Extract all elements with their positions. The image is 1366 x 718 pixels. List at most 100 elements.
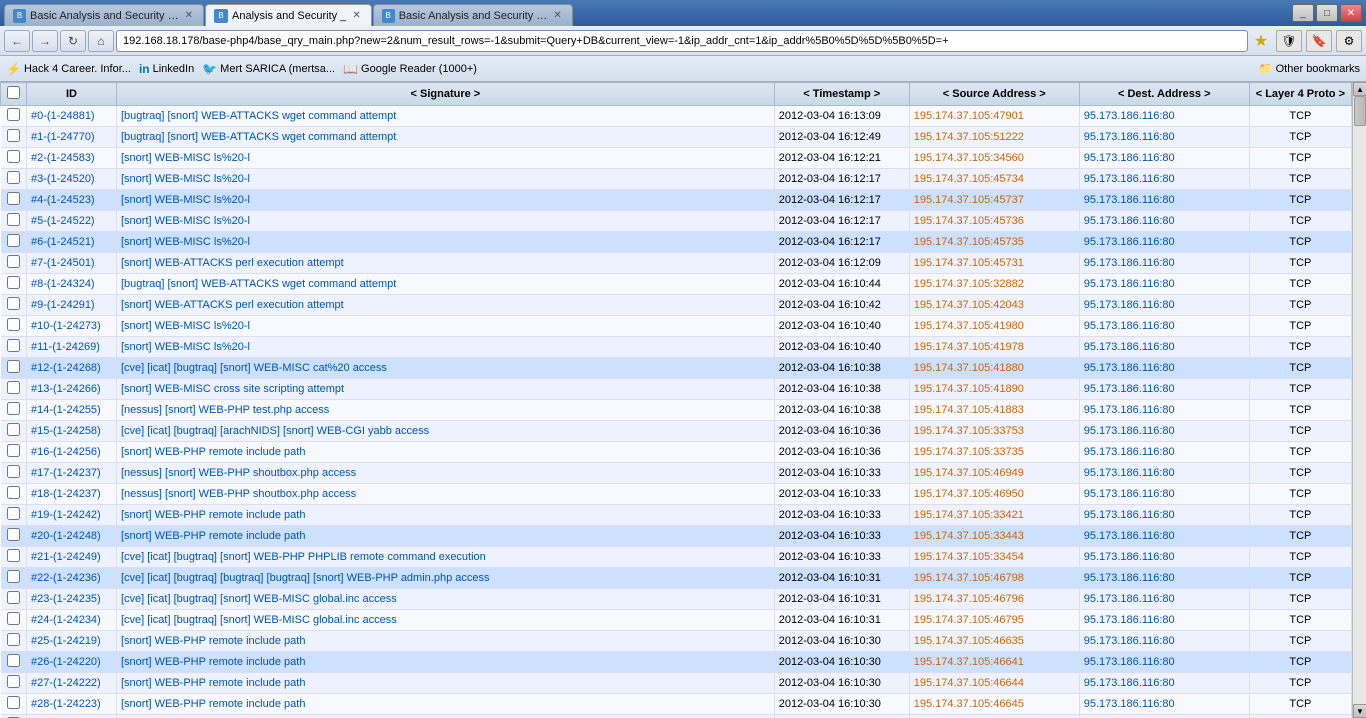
col-header-signature[interactable]: < Signature > <box>117 83 775 106</box>
nav-extra-icon1[interactable]: 🛡 <box>1276 30 1302 52</box>
row-checkbox[interactable] <box>7 318 20 331</box>
minimize-button[interactable]: _ <box>1292 4 1314 22</box>
row-source-link[interactable]: 195.174.37.105:46641 <box>914 656 1024 668</box>
row-checkbox[interactable] <box>7 171 20 184</box>
row-source-link[interactable]: 195.174.37.105:41880 <box>914 362 1024 374</box>
nav-extra-icon2[interactable]: 🔖 <box>1306 30 1332 52</box>
row-signature-link[interactable]: [snort] WEB-PHP remote include path <box>121 446 305 458</box>
row-id-link[interactable]: #18-(1-24237) <box>31 488 101 500</box>
row-signature-link[interactable]: [snort] WEB-MISC ls%20-l <box>121 194 250 206</box>
row-dest-link[interactable]: 95.173.186.116:80 <box>1084 362 1175 374</box>
row-id-link[interactable]: #14-(1-24255) <box>31 404 101 416</box>
row-checkbox[interactable] <box>7 423 20 436</box>
row-source-link[interactable]: 195.174.37.105:34560 <box>914 152 1024 164</box>
row-id-link[interactable]: #0-(1-24881) <box>31 110 95 122</box>
row-source-link[interactable]: 195.174.37.105:45736 <box>914 215 1024 227</box>
row-id-link[interactable]: #28-(1-24223) <box>31 698 101 710</box>
row-checkbox[interactable] <box>7 192 20 205</box>
row-id-link[interactable]: #12-(1-24268) <box>31 362 101 374</box>
bookmark-star-icon[interactable]: ★ <box>1250 30 1272 52</box>
row-signature-link[interactable]: [snort] WEB-ATTACKS perl execution attem… <box>121 299 344 311</box>
row-signature-link[interactable]: [snort] WEB-MISC cross site scripting at… <box>121 383 344 395</box>
row-id-link[interactable]: #2-(1-24583) <box>31 152 95 164</box>
row-dest-link[interactable]: 95.173.186.116:80 <box>1084 677 1175 689</box>
row-id-link[interactable]: #8-(1-24324) <box>31 278 95 290</box>
row-signature-link[interactable]: [cve] [icat] [bugtraq] [bugtraq] [bugtra… <box>121 572 489 584</box>
bookmarks-other[interactable]: 📁 Other bookmarks <box>1259 62 1360 75</box>
row-checkbox[interactable] <box>7 255 20 268</box>
row-checkbox[interactable] <box>7 528 20 541</box>
row-dest-link[interactable]: 95.173.186.116:80 <box>1084 488 1175 500</box>
row-signature-link[interactable]: [cve] [icat] [bugtraq] [arachNIDS] [snor… <box>121 425 429 437</box>
row-checkbox[interactable] <box>7 276 20 289</box>
row-dest-link[interactable]: 95.173.186.116:80 <box>1084 257 1175 269</box>
row-signature-link[interactable]: [snort] WEB-MISC ls%20-l <box>121 236 250 248</box>
row-signature-link[interactable]: [snort] WEB-PHP remote include path <box>121 656 305 668</box>
row-dest-link[interactable]: 95.173.186.116:80 <box>1084 509 1175 521</box>
row-signature-link[interactable]: [cve] [icat] [bugtraq] [snort] WEB-MISC … <box>121 614 397 626</box>
home-button[interactable]: ⌂ <box>88 30 114 52</box>
row-checkbox[interactable] <box>7 339 20 352</box>
row-source-link[interactable]: 195.174.37.105:41978 <box>914 341 1024 353</box>
forward-button[interactable]: → <box>32 30 58 52</box>
nav-extra-icon3[interactable]: ⚙ <box>1336 30 1362 52</box>
row-checkbox[interactable] <box>7 549 20 562</box>
row-dest-link[interactable]: 95.173.186.116:80 <box>1084 110 1175 122</box>
row-id-link[interactable]: #11-(1-24269) <box>31 341 100 353</box>
select-all-checkbox[interactable] <box>7 86 20 99</box>
col-header-proto[interactable]: < Layer 4 Proto > <box>1249 83 1351 106</box>
row-signature-link[interactable]: [snort] WEB-PHP remote include path <box>121 509 305 521</box>
row-source-link[interactable]: 195.174.37.105:41883 <box>914 404 1024 416</box>
row-id-link[interactable]: #25-(1-24219) <box>31 635 101 647</box>
tab-close-tab3[interactable]: ✕ <box>551 10 563 21</box>
scroll-down-button[interactable]: ▼ <box>1353 704 1366 718</box>
row-dest-link[interactable]: 95.173.186.116:80 <box>1084 152 1175 164</box>
row-id-link[interactable]: #27-(1-24222) <box>31 677 101 689</box>
row-source-link[interactable]: 195.174.37.105:46949 <box>914 467 1024 479</box>
row-signature-link[interactable]: [nessus] [snort] WEB-PHP test.php access <box>121 404 329 416</box>
row-dest-link[interactable]: 95.173.186.116:80 <box>1084 404 1175 416</box>
row-checkbox[interactable] <box>7 507 20 520</box>
row-dest-link[interactable]: 95.173.186.116:80 <box>1084 236 1175 248</box>
tab-tab3[interactable]: BBasic Analysis and Security En...✕ <box>373 4 573 26</box>
row-checkbox[interactable] <box>7 591 20 604</box>
row-source-link[interactable]: 195.174.37.105:42043 <box>914 299 1024 311</box>
row-source-link[interactable]: 195.174.37.105:51222 <box>914 131 1024 143</box>
row-dest-link[interactable]: 95.173.186.116:80 <box>1084 341 1175 353</box>
row-signature-link[interactable]: [snort] WEB-MISC ls%20-l <box>121 341 250 353</box>
row-id-link[interactable]: #22-(1-24236) <box>31 572 101 584</box>
row-checkbox[interactable] <box>7 402 20 415</box>
col-header-id[interactable]: ID <box>27 83 117 106</box>
row-signature-link[interactable]: [snort] WEB-ATTACKS perl execution attem… <box>121 257 344 269</box>
bookmark-twitter[interactable]: 🐦 Mert SARICA (mertsa... <box>202 62 335 76</box>
bookmark-google-reader[interactable]: 📖 Google Reader (1000+) <box>343 62 477 76</box>
row-source-link[interactable]: 195.174.37.105:33421 <box>914 509 1024 521</box>
row-checkbox[interactable] <box>7 297 20 310</box>
row-signature-link[interactable]: [snort] WEB-PHP remote include path <box>121 698 305 710</box>
row-source-link[interactable]: 195.174.37.105:46635 <box>914 635 1024 647</box>
row-id-link[interactable]: #3-(1-24520) <box>31 173 95 185</box>
row-checkbox[interactable] <box>7 444 20 457</box>
row-source-link[interactable]: 195.174.37.105:46645 <box>914 698 1024 710</box>
row-dest-link[interactable]: 95.173.186.116:80 <box>1084 215 1175 227</box>
row-signature-link[interactable]: [bugtraq] [snort] WEB-ATTACKS wget comma… <box>121 278 396 290</box>
row-id-link[interactable]: #15-(1-24258) <box>31 425 101 437</box>
tab-tab2[interactable]: BAnalysis and Security _✕ <box>205 4 372 26</box>
row-id-link[interactable]: #13-(1-24266) <box>31 383 101 395</box>
row-id-link[interactable]: #9-(1-24291) <box>31 299 95 311</box>
row-signature-link[interactable]: [snort] WEB-MISC ls%20-l <box>121 173 250 185</box>
row-checkbox[interactable] <box>7 129 20 142</box>
row-source-link[interactable]: 195.174.37.105:33735 <box>914 446 1024 458</box>
bookmark-linkedin[interactable]: in LinkedIn <box>139 62 194 76</box>
row-checkbox[interactable] <box>7 570 20 583</box>
col-header-dest[interactable]: < Dest. Address > <box>1079 83 1249 106</box>
row-dest-link[interactable]: 95.173.186.116:80 <box>1084 278 1175 290</box>
row-id-link[interactable]: #10-(1-24273) <box>31 320 101 332</box>
row-id-link[interactable]: #5-(1-24522) <box>31 215 95 227</box>
row-checkbox[interactable] <box>7 465 20 478</box>
row-id-link[interactable]: #26-(1-24220) <box>31 656 101 668</box>
row-dest-link[interactable]: 95.173.186.116:80 <box>1084 530 1175 542</box>
row-checkbox[interactable] <box>7 360 20 373</box>
row-dest-link[interactable]: 95.173.186.116:80 <box>1084 131 1175 143</box>
row-id-link[interactable]: #21-(1-24249) <box>31 551 101 563</box>
